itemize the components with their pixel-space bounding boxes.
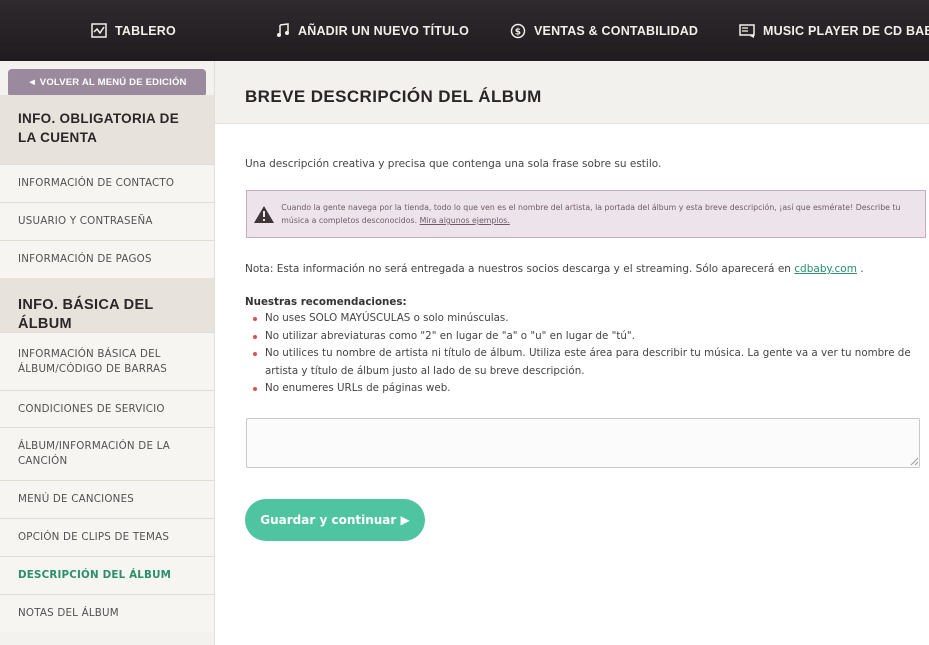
note-text: Nota: Esta información no será entregada… (245, 263, 864, 275)
sidebar-item-payment-info[interactable]: INFORMACIÓN DE PAGOS (0, 240, 214, 278)
recommendations-title: Nuestras recomendaciones: (245, 296, 407, 308)
recommendations: Nuestras recomendaciones: No uses SOLO M… (245, 296, 929, 398)
nav-music-player[interactable]: MUSIC PLAYER DE CD BABY (739, 0, 929, 61)
sidebar-item-track-menu[interactable]: MENÚ DE CANCIONES (0, 480, 214, 518)
warning-text: Cuando la gente navega por la tienda, to… (281, 201, 925, 228)
recommendation-item: No uses SOLO MAYÚSCULAS o solo minúscula… (245, 310, 929, 328)
nav-sales-label: VENTAS & CONTABILIDAD (534, 23, 699, 38)
main-content: BREVE DESCRIPCIÓN DEL ÁLBUM Una descripc… (215, 61, 929, 645)
dashboard-icon (91, 23, 107, 38)
nav-music-player-label: MUSIC PLAYER DE CD BABY (763, 23, 929, 38)
warning-box: Cuando la gente navega por la tienda, to… (246, 190, 926, 238)
sidebar-item-terms-of-service[interactable]: CONDICIONES DE SERVICIO (0, 390, 214, 427)
recommendation-item: No utilizar abreviaturas como "2" en lug… (245, 328, 929, 346)
warning-icon (247, 205, 281, 224)
note-suffix: . (856, 263, 864, 275)
album-description-input[interactable] (246, 418, 920, 468)
see-examples-link[interactable]: Mira algunos ejemplos. (420, 216, 510, 225)
page-title: BREVE DESCRIPCIÓN DEL ÁLBUM (245, 87, 542, 106)
nav-add-title[interactable]: AÑADIR UN NUEVO TÍTULO (276, 0, 469, 61)
note-prefix: Nota: Esta información no será entregada… (245, 263, 795, 275)
recommendation-item: No enumeres URLs de páginas web. (245, 380, 929, 398)
section-title-required-info: INFO. OBLIGATORIA DE LA CUENTA (0, 95, 214, 164)
sidebar-item-album-description[interactable]: DESCRIPCIÓN DEL ÁLBUM (0, 556, 214, 594)
music-note-icon (276, 23, 290, 38)
nav-sales[interactable]: $ VENTAS & CONTABILIDAD (510, 0, 698, 61)
nav-dashboard-label: TABLERO (115, 23, 176, 38)
resize-grip-icon[interactable] (910, 457, 919, 466)
player-icon (739, 23, 755, 38)
recommendations-list: No uses SOLO MAYÚSCULAS o solo minúscula… (245, 310, 929, 398)
nav-add-title-label: AÑADIR UN NUEVO TÍTULO (298, 23, 470, 38)
save-and-continue-button[interactable]: Guardar y continuar ▶ (245, 499, 425, 541)
sidebar-item-album-song-info[interactable]: ÁLBUM/INFORMACIÓN DE LA CANCIÓN (0, 427, 214, 480)
svg-text:$: $ (515, 27, 521, 37)
sidebar-item-album-basic-info-barcode[interactable]: INFORMACIÓN BÁSICA DEL ÁLBUM/CÓDIGO DE B… (0, 332, 214, 390)
page-title-band: BREVE DESCRIPCIÓN DEL ÁLBUM (215, 61, 929, 124)
sidebar-item-album-notes[interactable]: NOTAS DEL ÁLBUM (0, 594, 214, 632)
top-nav: TABLERO AÑADIR UN NUEVO TÍTULO $ VENTAS … (0, 0, 929, 61)
back-to-edit-menu-button[interactable]: ◄ VOLVER AL MENÚ DE EDICIÓN (8, 69, 206, 97)
warning-message: Cuando la gente navega por la tienda, to… (281, 202, 901, 226)
section-title-album-basic-info: INFO. BÁSICA DEL ÁLBUM (0, 278, 214, 332)
sidebar: ◄ VOLVER AL MENÚ DE EDICIÓN INFO. OBLIGA… (0, 61, 215, 645)
intro-text: Una descripción creativa y precisa que c… (245, 158, 662, 170)
sidebar-item-track-clips[interactable]: OPCIÓN DE CLIPS DE TEMAS (0, 518, 214, 556)
sidebar-item-contact-info[interactable]: INFORMACIÓN DE CONTACTO (0, 164, 214, 202)
nav-dashboard[interactable]: TABLERO (91, 0, 176, 61)
sidebar-item-user-password[interactable]: USUARIO Y CONTRASEÑA (0, 202, 214, 240)
recommendation-item: No utilices tu nombre de artista ni títu… (245, 345, 929, 380)
dollar-icon: $ (510, 23, 526, 39)
cdbaby-link[interactable]: cdbaby.com (794, 263, 857, 275)
